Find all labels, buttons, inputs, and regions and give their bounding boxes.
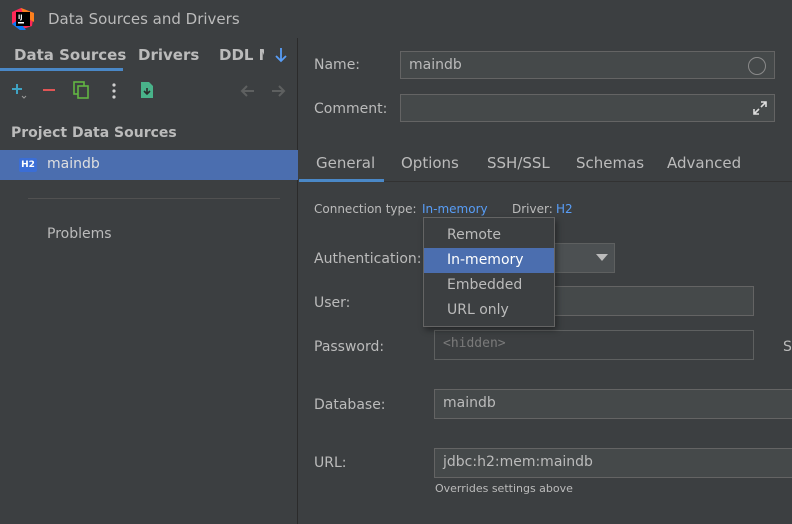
tab-data-sources[interactable]: Data Sources bbox=[14, 46, 126, 64]
password-input[interactable]: <hidden> bbox=[434, 330, 754, 360]
arrow-down-icon[interactable] bbox=[273, 46, 289, 64]
tab-options[interactable]: Options bbox=[401, 154, 459, 172]
url-label: URL: bbox=[314, 455, 347, 471]
expand-icon[interactable] bbox=[752, 100, 768, 116]
tab-schemas[interactable]: Schemas bbox=[576, 154, 644, 172]
section-title: Project Data Sources bbox=[11, 125, 177, 141]
back-icon[interactable] bbox=[239, 82, 257, 100]
popup-option-embedded[interactable]: Embedded bbox=[424, 273, 554, 298]
h2-icon: H2 bbox=[19, 158, 37, 172]
url-hint: Overrides settings above bbox=[435, 482, 573, 495]
sidebar-item-label: maindb bbox=[47, 156, 100, 172]
add-icon[interactable] bbox=[10, 82, 28, 100]
tab-advanced[interactable]: Advanced bbox=[667, 154, 741, 172]
active-tab-indicator bbox=[0, 68, 123, 71]
active-tab-indicator bbox=[299, 179, 384, 182]
left-tabs: Data Sources Drivers DDL M bbox=[0, 38, 298, 72]
svg-text:IJ: IJ bbox=[18, 14, 22, 21]
more-icon[interactable] bbox=[105, 82, 123, 100]
tab-drivers[interactable]: Drivers bbox=[138, 46, 199, 64]
tab-general[interactable]: General bbox=[316, 154, 375, 172]
popup-option-url-only[interactable]: URL only bbox=[424, 298, 554, 323]
name-label: Name: bbox=[314, 57, 361, 73]
database-input[interactable]: maindb bbox=[434, 389, 792, 419]
popup-option-in-memory[interactable]: In-memory bbox=[424, 248, 554, 273]
password-placeholder: <hidden> bbox=[443, 336, 506, 351]
name-input[interactable]: maindb bbox=[400, 51, 775, 79]
authentication-label: Authentication: bbox=[314, 251, 422, 267]
tab-ssh-ssl[interactable]: SSH/SSL bbox=[487, 154, 550, 172]
connection-type-link[interactable]: In-memory bbox=[422, 202, 488, 216]
comment-input[interactable] bbox=[400, 94, 775, 122]
settings-tabs: General Options SSH/SSL Schemas Advanced bbox=[299, 146, 792, 182]
remove-icon[interactable] bbox=[40, 82, 58, 100]
forward-icon[interactable] bbox=[269, 82, 287, 100]
import-icon[interactable] bbox=[138, 81, 156, 99]
url-value: jdbc:h2:mem:maindb bbox=[443, 454, 593, 470]
popup-option-remote[interactable]: Remote bbox=[424, 223, 554, 248]
database-value: maindb bbox=[443, 395, 496, 411]
database-label: Database: bbox=[314, 397, 386, 413]
left-panel: Data Sources Drivers DDL M Project Data … bbox=[0, 38, 298, 524]
driver-label: Driver: bbox=[512, 202, 553, 216]
comment-label: Comment: bbox=[314, 101, 388, 117]
url-input[interactable]: jdbc:h2:mem:maindb bbox=[434, 448, 792, 478]
problems-item[interactable]: Problems bbox=[47, 226, 112, 242]
divider bbox=[28, 198, 280, 199]
color-circle-icon[interactable] bbox=[748, 57, 766, 75]
driver-link[interactable]: H2 bbox=[556, 202, 573, 216]
connection-type-label: Connection type: bbox=[314, 202, 417, 216]
name-value: maindb bbox=[409, 57, 462, 73]
intellij-logo-icon: IJ bbox=[12, 8, 34, 30]
user-label: User: bbox=[314, 295, 351, 311]
window-title: Data Sources and Drivers bbox=[48, 10, 240, 28]
connection-type-popup: Remote In-memory Embedded URL only bbox=[423, 217, 555, 327]
save-password-partial[interactable]: S bbox=[783, 339, 792, 355]
duplicate-icon[interactable] bbox=[72, 81, 90, 99]
password-label: Password: bbox=[314, 339, 385, 355]
sidebar-item-maindb[interactable]: H2 maindb bbox=[0, 150, 298, 180]
chevron-down-icon bbox=[596, 254, 608, 261]
tab-ddl-mappings[interactable]: DDL M bbox=[219, 46, 264, 64]
title-bar: IJ Data Sources and Drivers bbox=[0, 0, 792, 38]
